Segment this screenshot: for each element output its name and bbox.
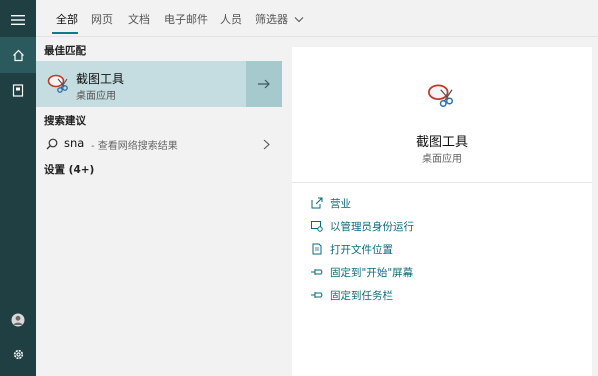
action-open-file-location-label: 打开文件位置 bbox=[330, 243, 393, 256]
action-pin-to-taskbar-label: 固定到任务栏 bbox=[330, 289, 393, 302]
home-icon bbox=[12, 49, 24, 61]
search-icon bbox=[46, 138, 58, 150]
best-match-heading: 最佳匹配 bbox=[44, 45, 86, 57]
tab-email[interactable]: 电子邮件 bbox=[164, 11, 208, 27]
arrow-right-icon bbox=[258, 79, 270, 89]
account-button[interactable] bbox=[0, 302, 36, 338]
notebook-button[interactable] bbox=[0, 72, 36, 108]
filter-tab-bar: 全部 网页 文档 电子邮件 人员 筛选器 bbox=[36, 0, 598, 37]
best-match-title: 截图工具 bbox=[76, 72, 125, 86]
results-panel: 最佳匹配 截图工具 桌面应用 搜索建议 sna - 查看网络搜索结果 设置 (4… bbox=[36, 37, 282, 376]
hamburger-menu-button[interactable] bbox=[0, 2, 36, 38]
suggestion-query: sna bbox=[64, 136, 85, 150]
notebook-icon bbox=[12, 83, 24, 97]
action-run-as-admin-label: 以管理员身份运行 bbox=[330, 220, 414, 233]
preview-panel: 截图工具 桌面应用 营业 以管理员身份运行 打开文件位置 固定到"开始"屏幕 固… bbox=[292, 47, 592, 376]
left-rail bbox=[0, 0, 36, 376]
pin-start-icon bbox=[310, 265, 324, 279]
gear-icon bbox=[13, 349, 23, 359]
avatar-icon bbox=[11, 313, 25, 327]
action-open-file-location[interactable]: 打开文件位置 bbox=[310, 240, 393, 258]
preview-app-subtitle: 桌面应用 bbox=[422, 154, 462, 165]
settings-heading[interactable]: 设置 (4+) bbox=[44, 162, 94, 177]
best-match-subtitle: 桌面应用 bbox=[76, 91, 116, 102]
preview-app-title: 截图工具 bbox=[415, 135, 468, 150]
action-open[interactable]: 营业 bbox=[310, 194, 351, 212]
action-pin-to-start-label: 固定到"开始"屏幕 bbox=[330, 266, 414, 279]
tab-filters[interactable]: 筛选器 bbox=[255, 11, 304, 27]
pin-taskbar-icon bbox=[310, 288, 324, 302]
action-pin-to-start[interactable]: 固定到"开始"屏幕 bbox=[310, 263, 413, 281]
snipping-tool-large-icon bbox=[428, 84, 454, 108]
tab-documents[interactable]: 文档 bbox=[128, 11, 150, 27]
action-pin-to-taskbar[interactable]: 固定到任务栏 bbox=[310, 286, 393, 304]
expand-button[interactable] bbox=[246, 61, 282, 107]
divider bbox=[292, 182, 592, 183]
web-suggestion-item[interactable]: sna - 查看网络搜索结果 bbox=[36, 133, 282, 155]
suggestion-description: - 查看网络搜索结果 bbox=[91, 141, 178, 152]
hamburger-icon bbox=[11, 15, 25, 25]
filters-label: 筛选器 bbox=[255, 13, 288, 26]
tab-web[interactable]: 网页 bbox=[91, 11, 113, 27]
open-icon bbox=[310, 196, 324, 210]
chevron-right-icon bbox=[263, 139, 270, 150]
home-button[interactable] bbox=[0, 37, 36, 73]
chevron-down-icon bbox=[294, 17, 303, 23]
file-location-icon bbox=[310, 242, 324, 256]
best-match-item[interactable]: 截图工具 桌面应用 bbox=[36, 61, 282, 107]
action-open-label: 营业 bbox=[330, 197, 351, 210]
action-run-as-admin[interactable]: 以管理员身份运行 bbox=[310, 217, 414, 235]
active-tab-indicator bbox=[52, 32, 78, 34]
snipping-tool-icon bbox=[47, 74, 68, 93]
tab-all[interactable]: 全部 bbox=[56, 11, 78, 27]
suggestions-heading: 搜索建议 bbox=[44, 115, 86, 127]
run-as-admin-icon bbox=[310, 219, 324, 233]
settings-button[interactable] bbox=[0, 336, 36, 372]
tab-people[interactable]: 人员 bbox=[220, 11, 242, 27]
